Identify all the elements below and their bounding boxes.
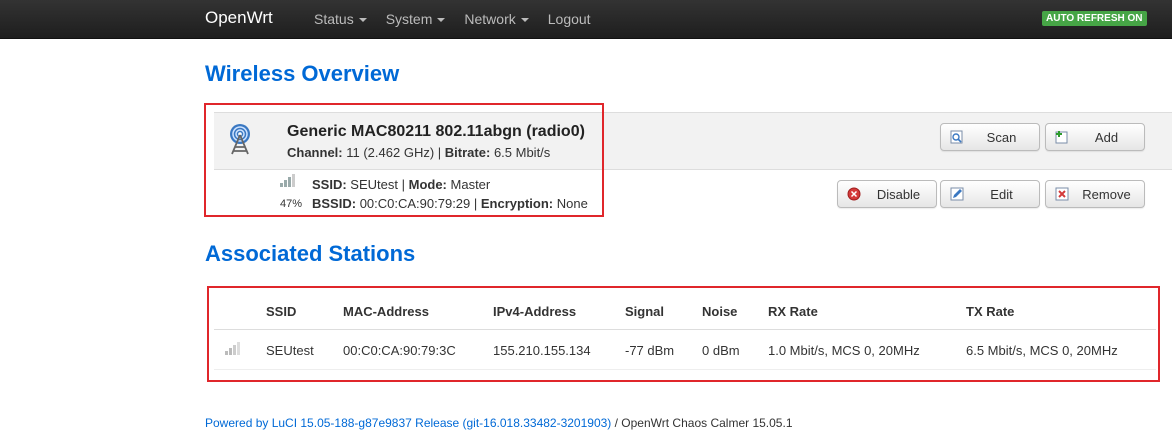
disable-button[interactable]: Disable [837,180,937,208]
disable-button-label: Disable [876,186,921,202]
menu-status-label: Status [314,11,354,27]
highlight-box-stations [207,286,1160,382]
add-button[interactable]: Add [1045,123,1145,151]
remove-button[interactable]: Remove [1045,180,1145,208]
add-button-label: Add [1094,129,1119,145]
scan-icon [950,130,963,144]
footer-text: / OpenWrt Chaos Calmer 15.05.1 [611,416,793,430]
menu-logout[interactable]: Logout [548,11,591,27]
caret-down-icon [358,18,367,22]
menu-network[interactable]: Network [464,11,529,27]
add-icon [1055,131,1068,144]
caret-down-icon [437,18,446,22]
associated-stations-heading: Associated Stations [205,241,416,266]
top-navbar: OpenWrt Status System Network Logout AUT… [0,0,1172,39]
edit-button-label: Edit [990,186,1013,202]
auto-refresh-badge[interactable]: AUTO REFRESH ON [1042,11,1147,26]
menu-system[interactable]: System [386,11,446,27]
brand-logo[interactable]: OpenWrt [205,8,273,28]
footer: Powered by LuCI 15.05-188-g87e9837 Relea… [205,416,793,430]
scan-button[interactable]: Scan [940,123,1040,151]
caret-down-icon [520,18,529,22]
main-menu: Status System Network Logout [314,11,610,27]
edit-icon [950,187,964,201]
edit-button[interactable]: Edit [940,180,1040,208]
menu-status[interactable]: Status [314,11,367,27]
menu-network-label: Network [464,11,516,27]
remove-icon [1055,187,1069,201]
disable-icon [847,187,861,201]
luci-link[interactable]: Powered by LuCI 15.05-188-g87e9837 Relea… [205,416,611,430]
menu-system-label: System [385,11,433,27]
remove-button-label: Remove [1082,186,1131,202]
highlight-box-wireless [204,103,604,217]
scan-button-label: Scan [986,129,1017,145]
wireless-overview-heading: Wireless Overview [205,61,400,86]
menu-logout-label: Logout [547,11,591,27]
